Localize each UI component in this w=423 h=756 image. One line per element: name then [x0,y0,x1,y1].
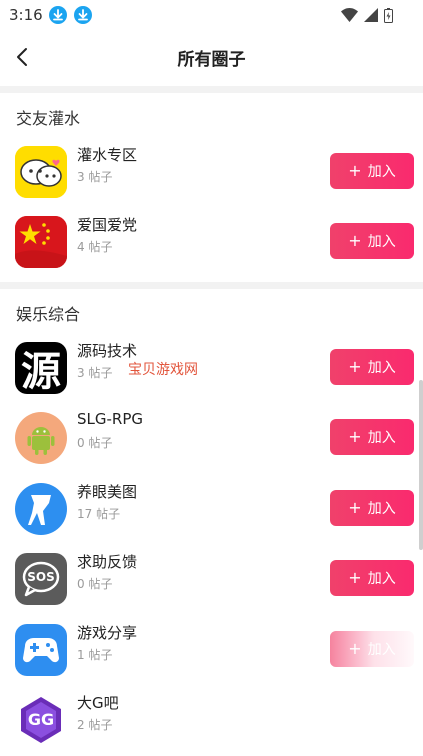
list-item[interactable]: SOS 求助反馈 0 帖子 + 加入 [0,545,423,615]
plus-icon: + [348,357,362,376]
page-title: 所有圈子 [177,50,246,70]
join-button[interactable]: + 加入 [330,223,414,259]
circle-name: 灌水专区 [77,146,138,164]
scroll-fade [300,630,423,752]
join-button[interactable]: + 加入 [330,490,414,526]
scrollbar[interactable] [419,380,423,550]
section-divider [0,86,423,93]
source-code-icon: 源 [15,342,67,394]
gg-label: GG [27,710,55,729]
circle-name: SLG-RPG [77,410,144,428]
circle-name: 源码技术 [77,342,138,360]
download-icon [74,6,92,24]
join-label: 加入 [367,360,396,376]
android-icon [15,412,67,464]
post-count: 3 帖子 [77,170,113,184]
gamepad-icon [15,624,67,676]
section-title: 娱乐综合 [16,305,81,324]
join-label: 加入 [367,234,396,250]
plus-icon: + [348,498,362,517]
join-label: 加入 [367,164,396,180]
status-time: 3:16 [9,6,43,24]
join-button[interactable]: + 加入 [330,419,414,455]
section-title: 交友灌水 [16,109,81,128]
join-button[interactable]: + 加入 [330,560,414,596]
circle-name: 大G吧 [77,694,119,712]
circle-name: 养眼美图 [77,483,138,501]
post-count: 4 帖子 [77,240,113,254]
plus-icon: + [348,161,362,180]
list-item[interactable]: 灌水专区 3 帖子 + 加入 [0,138,423,208]
status-bar: 3:16 [0,0,423,30]
circle-name: 游戏分享 [77,624,138,642]
plus-icon: + [348,427,362,446]
legs-icon [15,483,67,535]
join-button[interactable]: + 加入 [330,153,414,189]
watermark-text: 宝贝游戏网 [128,362,198,378]
wifi-icon [341,8,358,22]
post-count: 3 帖子 [77,366,113,380]
post-count: 17 帖子 [77,507,121,521]
sos-label: SOS [27,570,55,584]
list-item[interactable]: SLG-RPG 0 帖子 + 加入 [0,404,423,474]
download-icon [49,6,67,24]
china-flag-icon [15,216,67,268]
join-label: 加入 [367,571,396,587]
signal-icon [364,8,378,22]
list-item[interactable]: 爱国爱党 4 帖子 + 加入 [0,208,423,278]
sos-icon: SOS [15,553,67,605]
post-count: 0 帖子 [77,577,113,591]
join-button[interactable]: + 加入 [330,349,414,385]
list-item[interactable]: 养眼美图 17 帖子 + 加入 [0,475,423,545]
join-label: 加入 [367,430,396,446]
game-guardian-icon: GG [15,694,67,746]
section-divider [0,282,423,289]
battery-icon [384,7,393,23]
join-label: 加入 [367,501,396,517]
chat-bubbles-icon [15,146,67,198]
plus-icon: + [348,231,362,250]
list-item[interactable]: 源 源码技术 3 帖子 + 加入 [0,334,423,404]
post-count: 1 帖子 [77,648,113,662]
circle-name: 爱国爱党 [77,216,138,234]
plus-icon: + [348,568,362,587]
post-count: 2 帖子 [77,718,113,732]
top-bar: 所有圈子 [0,30,423,84]
post-count: 0 帖子 [77,436,113,450]
circle-name: 求助反馈 [77,553,138,571]
